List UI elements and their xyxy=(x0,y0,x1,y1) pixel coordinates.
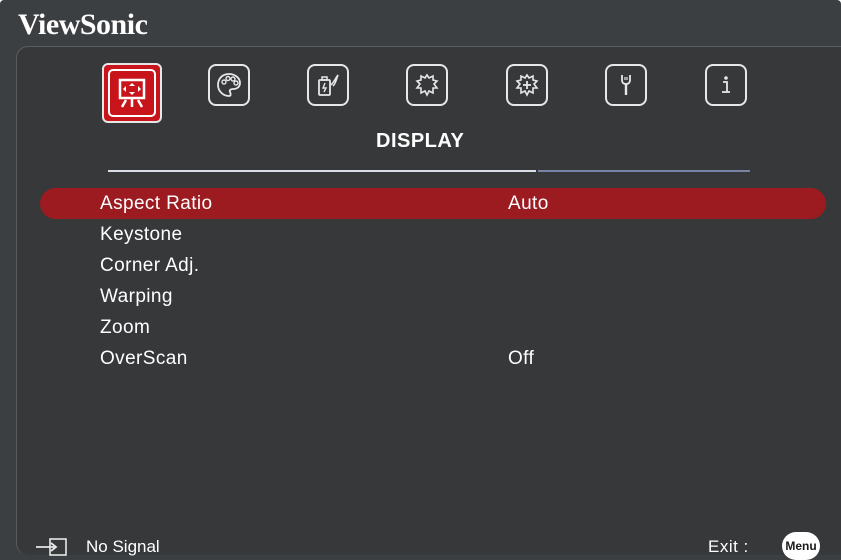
menu-item-corner-adj[interactable]: Corner Adj. xyxy=(40,250,826,281)
tab-information[interactable] xyxy=(705,64,747,106)
menu-item-zoom[interactable]: Zoom xyxy=(40,312,826,343)
menu-item-aspect-ratio[interactable]: Aspect Ratio Auto xyxy=(40,188,826,219)
menu-item-label: Keystone xyxy=(100,224,183,245)
menu-button[interactable]: Menu xyxy=(782,532,820,560)
menu-item-label: Warping xyxy=(100,286,173,307)
title-divider-left xyxy=(108,170,536,172)
menu-item-warping[interactable]: Warping xyxy=(40,281,826,312)
signal-status: No Signal xyxy=(86,537,160,556)
title-divider-right xyxy=(538,170,750,172)
osd-window: ViewSonic DISPLAY Aspect Ratio Auto Keys… xyxy=(0,0,841,560)
menu-item-label: Corner Adj. xyxy=(100,255,200,276)
input-source-icon xyxy=(34,537,70,557)
section-title: DISPLAY xyxy=(376,130,465,152)
tab-basic[interactable] xyxy=(406,64,448,106)
menu-item-overscan[interactable]: OverScan Off xyxy=(40,343,826,374)
menu-item-label: Zoom xyxy=(100,317,151,338)
settings-list: Aspect Ratio Auto Keystone Corner Adj. W… xyxy=(40,188,826,374)
tab-display[interactable] xyxy=(102,63,162,123)
menu-item-value: Auto xyxy=(508,193,549,214)
menu-item-label: Aspect Ratio xyxy=(100,193,213,214)
tab-color[interactable] xyxy=(208,64,250,106)
palette-icon xyxy=(217,73,241,97)
tab-system[interactable] xyxy=(605,64,647,106)
menu-item-value: Off xyxy=(508,348,535,369)
basic-settings-icon xyxy=(415,73,439,97)
exit-hint: Exit : xyxy=(708,537,749,556)
display-icon xyxy=(108,69,156,117)
system-tools-icon xyxy=(621,75,631,95)
menu-item-label: OverScan xyxy=(100,348,188,369)
category-tabs xyxy=(0,0,841,123)
tab-advanced[interactable] xyxy=(506,64,548,106)
power-management-icon xyxy=(318,74,339,96)
advanced-settings-icon xyxy=(515,73,539,97)
tab-power[interactable] xyxy=(307,64,349,106)
menu-item-keystone[interactable]: Keystone xyxy=(40,219,826,250)
information-icon xyxy=(722,76,730,93)
